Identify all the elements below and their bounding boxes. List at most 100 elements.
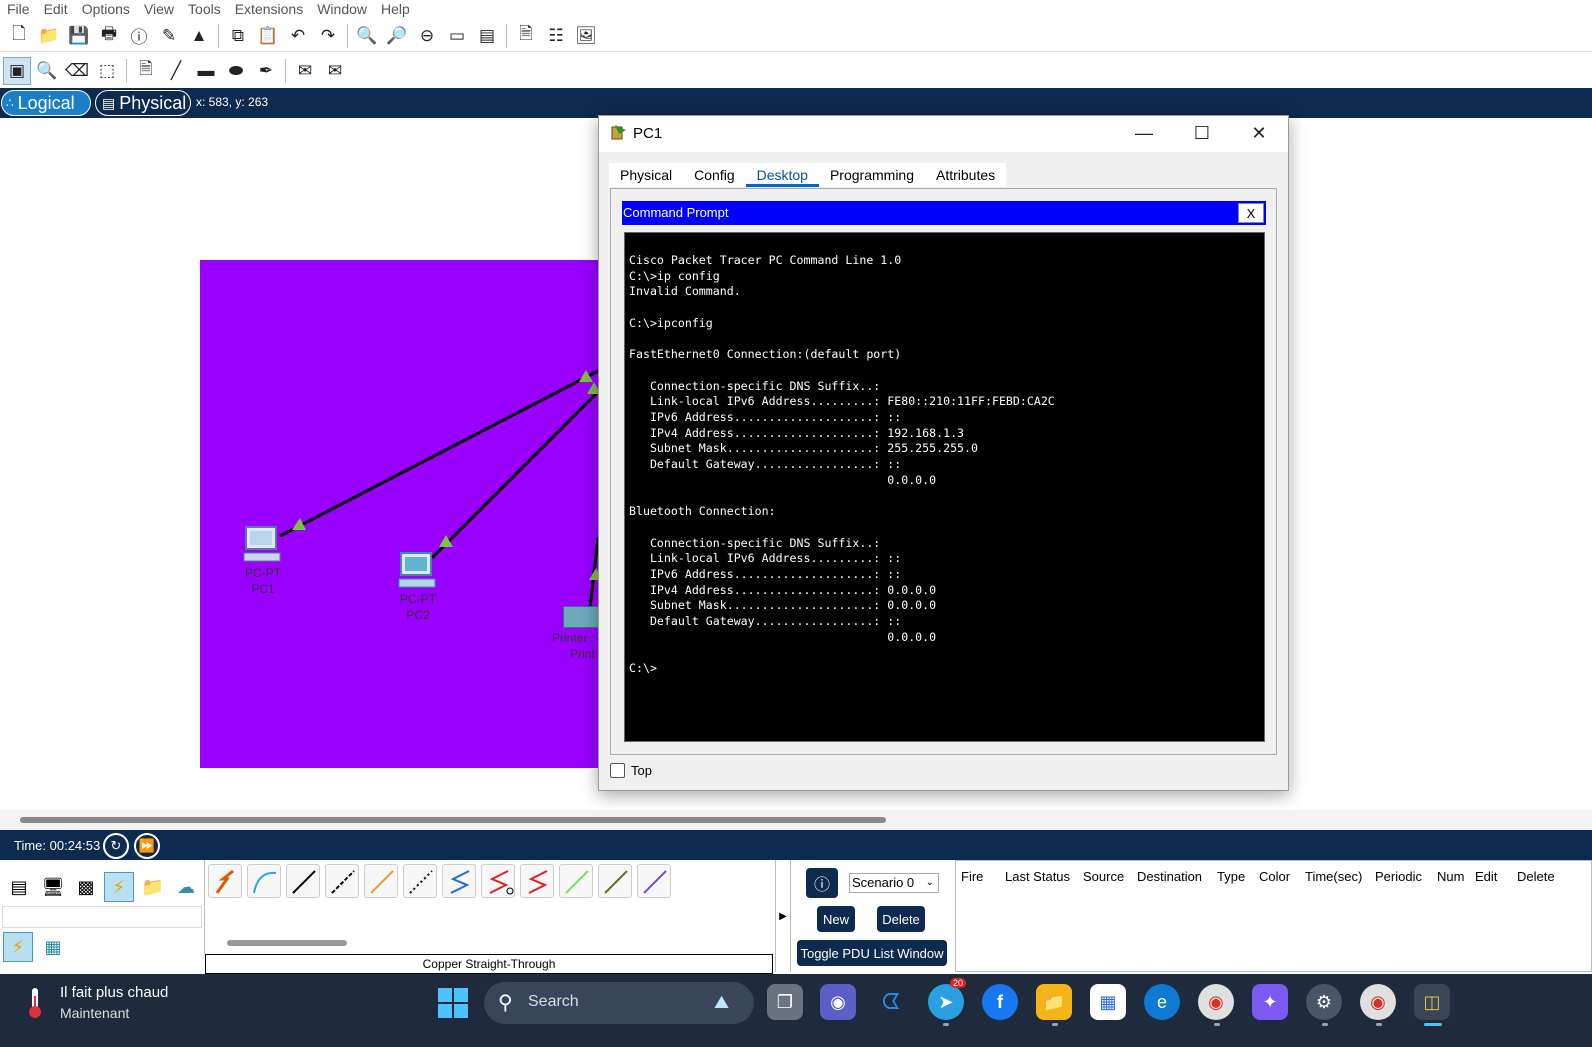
new-file-icon[interactable]: 🗋 [5,22,33,50]
inspect-icon[interactable]: 🔍 [33,57,61,85]
add-complex-pdu-icon[interactable]: ✉ [321,57,349,85]
minimize-icon[interactable]: — [1121,116,1167,150]
terminal-output[interactable]: Cisco Packet Tracer PC Command Line 1.0 … [624,232,1265,742]
settings-gear-icon[interactable]: ⚙ [1306,984,1342,1020]
copper-straight-through-icon[interactable] [286,864,320,898]
multiuser-icon[interactable]: ☁ [171,872,201,902]
menu-extensions[interactable]: Extensions [228,0,310,18]
menu-options[interactable]: Options [75,0,137,18]
screenshot-icon[interactable]: 🖼 [572,22,600,50]
cable-panel-scrollbar[interactable] [227,940,347,946]
edge-icon[interactable]: e [1144,984,1180,1020]
zoom-reset-icon[interactable]: 🔎 [383,22,411,50]
open-folder-icon[interactable]: 📁 [35,22,63,50]
fiber-cable-icon[interactable] [364,864,398,898]
bluetooth-icon[interactable]: ᗧ [873,984,909,1020]
document-icon[interactable]: 🗎 [512,22,540,50]
tab-config[interactable]: Config [683,163,746,187]
connections-icon[interactable]: ⚡ [104,872,134,902]
tab-desktop[interactable]: Desktop [745,163,819,187]
pc2-device[interactable] [395,551,443,591]
weather-title[interactable]: Il fait plus chaud [60,984,168,1001]
add-simple-pdu-icon[interactable]: ✉ [291,57,319,85]
paste-icon[interactable]: 📋 [254,22,282,50]
thermometer-icon[interactable] [24,986,46,1020]
toggle-pdu-list-button[interactable]: Toggle PDU List Window [797,940,947,966]
freeform-icon[interactable]: ✒ [252,57,280,85]
command-prompt-close-button[interactable]: X [1238,203,1264,223]
copilot-icon[interactable]: ✦ [1252,984,1288,1020]
console-cable-icon[interactable] [247,864,281,898]
printer-device[interactable] [563,606,599,628]
network-info-icon[interactable]: ☷ [542,22,570,50]
menu-help[interactable]: Help [374,0,417,18]
menu-tools[interactable]: Tools [181,0,228,18]
info-icon[interactable]: ⓘ [125,22,153,50]
packet-tracer-taskbar-icon[interactable]: ◫ [1414,984,1450,1020]
coaxial-cable-icon[interactable] [442,864,476,898]
scenario-select[interactable]: Scenario 0 ⌄ [849,873,939,893]
scrollbar-thumb[interactable] [20,817,886,823]
power-cycle-icon[interactable]: ↻ [103,833,129,859]
copy-icon[interactable]: ⧉ [224,22,252,50]
checkbox-box[interactable] [610,763,625,778]
undo-icon[interactable]: ↶ [284,22,312,50]
telegram-icon[interactable]: ➤ 20 [928,978,967,1020]
serial-dte-icon[interactable] [520,864,554,898]
redo-icon[interactable]: ↷ [314,22,342,50]
menu-window[interactable]: Window [310,0,374,18]
wizard-icon[interactable]: ✎ [155,22,183,50]
delete-icon[interactable]: ⌫ [63,57,91,85]
physical-workspace-tab[interactable]: ▤ Physical [95,90,191,116]
menu-view[interactable]: View [137,0,181,18]
tab-attributes[interactable]: Attributes [925,163,1007,187]
ellipse-icon[interactable]: ⬬ [222,57,250,85]
taskbar-search[interactable]: ⚲ Search ⛰ [484,982,754,1024]
end-devices-icon[interactable]: 🖥 [38,872,68,902]
logical-workspace-tab[interactable]: ∴ Logical [1,90,91,116]
file-explorer-icon[interactable]: 📁 [1036,984,1072,1020]
serial-dce-icon[interactable] [481,864,515,898]
chrome-profile-icon[interactable]: ◉ [1360,984,1396,1020]
microsoft-store-icon[interactable]: ▦ [1090,984,1126,1020]
menu-edit[interactable]: Edit [37,0,75,18]
auto-cable-icon[interactable] [208,864,242,898]
select-icon[interactable]: ▣ [3,56,31,85]
maximize-icon[interactable]: ☐ [1179,116,1225,150]
print-icon[interactable]: 🖶 [95,22,123,50]
tab-physical[interactable]: Physical [609,163,684,187]
zoom-out-icon[interactable]: ⊖ [413,22,441,50]
teams-icon[interactable]: ◉ [820,984,856,1020]
phone-cable-icon[interactable] [403,864,437,898]
components-icon[interactable]: ▩ [71,872,101,902]
window-titlebar[interactable]: PC1 — ☐ ✕ [599,116,1288,152]
facebook-icon[interactable]: f [982,984,1018,1020]
network-devices-icon[interactable]: ▤ [4,872,34,902]
grid-icon[interactable]: ▦ [38,932,68,962]
cable-pc1[interactable] [279,368,601,538]
menu-file[interactable]: File [0,0,37,18]
delete-scenario-button[interactable]: Delete [877,906,925,932]
zoom-in-icon[interactable]: 🔍 [353,22,381,50]
resize-shape-icon[interactable]: ⬚ [93,57,121,85]
activity-wizard-icon[interactable]: ▲ [185,22,213,50]
panel-collapse-arrow-icon[interactable]: ▶ [775,860,791,972]
drawing-palette-icon[interactable]: ▭ [443,22,471,50]
usb-cable-icon[interactable] [637,864,671,898]
task-view-icon[interactable]: ❐ [767,984,803,1020]
top-checkbox[interactable]: Top [610,763,652,778]
tab-programming[interactable]: Programming [818,163,925,187]
pdu-info-icon[interactable]: ⓘ [806,868,838,898]
fast-forward-icon[interactable]: ⏩ [134,833,160,859]
pc1-device[interactable] [240,525,288,565]
close-icon[interactable]: ✕ [1236,116,1282,150]
connections-subtype-icon[interactable]: ⚡ [3,932,33,962]
miscellaneous-icon[interactable]: 📁 [138,872,168,902]
windows-start-icon[interactable] [438,988,468,1018]
save-icon[interactable]: 💾 [65,22,93,50]
note-icon[interactable]: 🗎 [132,57,160,85]
line-icon[interactable]: ╱ [162,57,190,85]
octal-cable-icon[interactable] [559,864,593,898]
iot-custom-cable-icon[interactable] [598,864,632,898]
custom-devices-icon[interactable]: ▤ [473,22,501,50]
